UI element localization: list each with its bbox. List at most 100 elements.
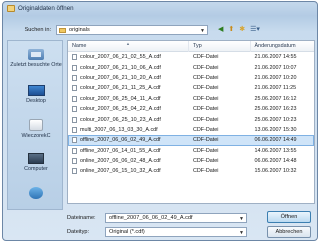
recent-places-icon	[28, 49, 44, 60]
file-name: offline_2007_06_06_02_49_A.cdf	[80, 137, 161, 144]
file-row[interactable]: colour_2007_06_21_02_55_A.cdf CDF-Datei 21…	[68, 52, 314, 62]
look-in-value: originals	[69, 27, 90, 33]
file-date: 13.06.2007 15:30	[254, 126, 297, 133]
file-name-cell: online_2007_06_15_10_32_A.cdf	[68, 168, 189, 175]
new-folder-icon[interactable]: ✱	[239, 26, 245, 34]
file-name-cell: offline_2007_06_06_02_49_A.cdf	[68, 137, 189, 144]
file-row[interactable]: colour_2007_06_21_10_20_A.cdf CDF-Datei 21…	[68, 73, 314, 83]
column-header-date[interactable]: Änderungsdatum	[251, 41, 314, 52]
file-row[interactable]: colour_2007_06_21_10_06_A.cdf CDF-Datei 21…	[68, 62, 314, 72]
place-recent[interactable]: Zuletzt besuchte Orte	[8, 49, 64, 68]
file-name-cell: online_2007_06_06_02_48_A.cdf	[68, 158, 189, 165]
back-arrow-icon[interactable]: ◀	[218, 26, 223, 34]
file-date: 06.06.2007 14:48	[254, 158, 297, 165]
file-type: CDF-Datei	[193, 106, 219, 113]
file-type: CDF-Datei	[193, 126, 219, 133]
file-type: CDF-Datei	[193, 95, 219, 102]
file-name-cell: colour_2007_06_25_10_23_A.cdf	[68, 116, 189, 123]
file-date: 21.06.2007 10:07	[254, 64, 297, 71]
network-icon	[29, 187, 43, 199]
filetype-label: Dateityp:	[67, 228, 90, 235]
file-type: CDF-Datei	[193, 137, 219, 144]
place-network[interactable]	[8, 187, 64, 201]
dialog-title: Originaldaten öffnen	[18, 5, 74, 12]
view-menu-icon[interactable]: ☰▾	[250, 26, 260, 34]
file-row[interactable]: colour_2007_06_21_11_25_A.cdf CDF-Datei 21…	[68, 83, 314, 93]
folder-icon	[59, 27, 66, 33]
user-folder-icon	[29, 119, 43, 131]
sort-caret-icon: ▲	[126, 40, 130, 46]
places-bar: Zuletzt besuchte Orte Desktop WieczorekC…	[7, 40, 63, 210]
file-row[interactable]: offline_2007_06_06_02_49_A.cdf CDF-Datei 0…	[68, 135, 314, 146]
toolbar: ◀ ⬆ ✱ ☰▾	[218, 26, 260, 34]
file-row[interactable]: colour_2007_06_25_10_23_A.cdf CDF-Datei 25…	[68, 114, 314, 124]
file-date: 25.06.2007 10:23	[254, 116, 297, 123]
column-date-label: Änderungsdatum	[254, 43, 296, 49]
column-header-type[interactable]: Typ	[189, 41, 251, 52]
file-date: 14.06.2007 13:55	[254, 147, 297, 154]
file-row[interactable]: multi_2007_06_13_03_30_A.cdf CDF-Datei 13.…	[68, 125, 314, 135]
place-label: WieczorekC	[21, 133, 51, 139]
title-bar: Originaldaten öffnen	[3, 2, 317, 15]
file-date: 25.06.2007 16:23	[254, 106, 297, 113]
look-in-select[interactable]: originals ▼	[56, 25, 208, 35]
file-icon	[72, 147, 77, 154]
file-date: 21.06.2007 10:20	[254, 74, 297, 81]
look-in-label: Suchen in:	[24, 27, 51, 33]
file-name-cell: colour_2007_06_21_10_06_A.cdf	[68, 64, 189, 71]
file-name: online_2007_06_15_10_32_A.cdf	[80, 168, 161, 175]
cancel-button[interactable]: Abbrechen	[267, 226, 311, 238]
column-type-label: Typ	[193, 43, 202, 49]
file-row[interactable]: online_2007_06_15_10_32_A.cdf CDF-Datei 15…	[68, 166, 314, 176]
filename-value: offline_2007_06_06_02_49_A.cdf	[109, 214, 193, 221]
file-icon	[72, 106, 77, 113]
file-name-cell: colour_2007_06_25_04_11_A.cdf	[68, 95, 189, 102]
chevron-down-icon: ▼	[239, 215, 244, 222]
open-file-dialog: Originaldaten öffnen Suchen in: original…	[2, 1, 318, 241]
file-name: online_2007_06_06_02_48_A.cdf	[80, 158, 161, 165]
file-type: CDF-Datei	[193, 74, 219, 81]
place-computer[interactable]: Computer	[8, 153, 64, 172]
place-desktop[interactable]: Desktop	[8, 85, 64, 104]
file-name-cell: colour_2007_06_21_10_20_A.cdf	[68, 74, 189, 81]
up-folder-icon[interactable]: ⬆	[228, 26, 234, 34]
file-row[interactable]: offline_2007_06_14_01_55_A.cdf CDF-Datei 1…	[68, 146, 314, 156]
file-row[interactable]: colour_2007_06_25_04_22_A.cdf CDF-Datei 25…	[68, 104, 314, 114]
file-type: CDF-Datei	[193, 64, 219, 71]
file-date: 15.06.2007 10:32	[254, 168, 297, 175]
look-in-row: Suchen in: originals ▼ ◀ ⬆ ✱ ☰▾	[11, 24, 309, 36]
chevron-down-icon: ▼	[200, 28, 205, 34]
file-name: colour_2007_06_21_10_20_A.cdf	[80, 74, 161, 81]
file-list-header: ▲ Name Typ Änderungsdatum	[68, 41, 314, 52]
file-date: 25.06.2007 16:12	[254, 95, 297, 102]
filename-label: Dateiname:	[67, 214, 96, 221]
file-row[interactable]: colour_2007_06_25_04_11_A.cdf CDF-Datei 25…	[68, 94, 314, 104]
file-icon	[72, 168, 77, 175]
place-user[interactable]: WieczorekC	[8, 119, 64, 139]
column-name-label: Name	[72, 43, 87, 49]
file-icon	[72, 137, 77, 144]
column-header-name[interactable]: ▲ Name	[68, 41, 189, 52]
computer-icon	[28, 153, 44, 164]
place-label: Desktop	[26, 98, 46, 104]
filename-input[interactable]: offline_2007_06_06_02_49_A.cdf ▼	[105, 212, 247, 223]
file-type: CDF-Datei	[193, 54, 219, 61]
file-name: colour_2007_06_21_02_55_A.cdf	[80, 54, 161, 61]
file-name: colour_2007_06_25_04_22_A.cdf	[80, 106, 161, 113]
place-label: Computer	[24, 166, 48, 172]
file-date: 06.06.2007 14:49	[254, 137, 297, 144]
file-date: 21.06.2007 14:55	[254, 54, 297, 61]
file-type: CDF-Datei	[193, 147, 219, 154]
file-name-cell: colour_2007_06_25_04_22_A.cdf	[68, 106, 189, 113]
file-name: colour_2007_06_21_11_25_A.cdf	[80, 85, 161, 92]
file-row[interactable]: online_2007_06_06_02_48_A.cdf CDF-Datei 06…	[68, 156, 314, 166]
file-type: CDF-Datei	[193, 116, 219, 123]
filetype-select[interactable]: Original (*.cdf) ▼	[105, 226, 247, 237]
file-type: CDF-Datei	[193, 85, 219, 92]
file-icon	[72, 126, 77, 133]
file-name: colour_2007_06_21_10_06_A.cdf	[80, 64, 161, 71]
file-type: CDF-Datei	[193, 158, 219, 165]
open-button[interactable]: Öffnen	[267, 211, 311, 223]
file-list[interactable]: ▲ Name Typ Änderungsdatum colour_2007_06…	[67, 40, 315, 204]
file-icon	[72, 85, 77, 92]
